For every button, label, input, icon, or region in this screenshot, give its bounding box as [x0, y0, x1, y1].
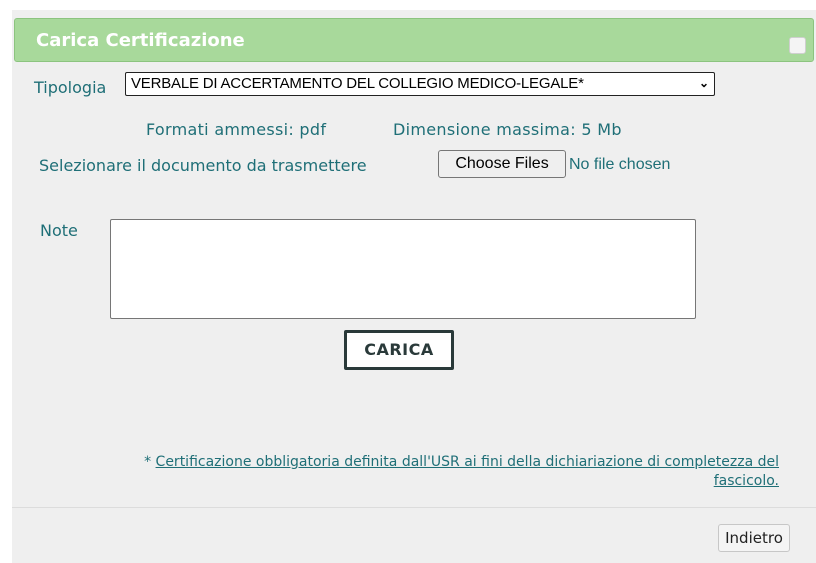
document-label: Selezionare il documento da trasmettere: [39, 156, 367, 175]
dialog-title: Carica Certificazione: [36, 30, 245, 51]
note-textarea[interactable]: [110, 219, 696, 319]
chevron-down-icon: ⌄: [698, 76, 709, 90]
type-select-value: VERBALE DI ACCERTAMENTO DEL COLLEGIO MED…: [131, 75, 584, 92]
allowed-formats-text: Formati ammessi: pdf: [146, 120, 327, 139]
dialog-titlebar: Carica Certificazione: [14, 18, 814, 62]
back-button[interactable]: Indietro: [718, 524, 790, 552]
no-file-chosen-text: No file chosen: [569, 156, 671, 173]
upload-certification-dialog: Carica Certificazione Tipologia VERBALE …: [12, 10, 816, 563]
footnote-asterisk: *: [144, 454, 152, 470]
footnote-link[interactable]: Certificazione obbligatoria definita dal…: [156, 454, 779, 489]
choose-files-button[interactable]: Choose Files: [438, 150, 566, 178]
footer-divider: [12, 507, 816, 508]
note-label: Note: [40, 221, 78, 240]
type-select[interactable]: VERBALE DI ACCERTAMENTO DEL COLLEGIO MED…: [125, 72, 715, 96]
upload-button[interactable]: CARICA: [344, 330, 454, 370]
footnote: * Certificazione obbligatoria definita d…: [127, 453, 779, 491]
close-icon[interactable]: [789, 37, 806, 54]
type-label: Tipologia: [34, 78, 107, 97]
max-size-text: Dimensione massima: 5 Mb: [393, 120, 622, 139]
